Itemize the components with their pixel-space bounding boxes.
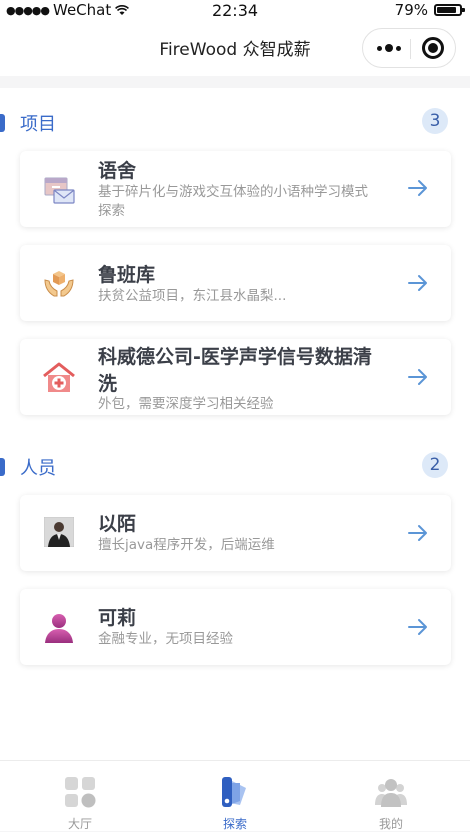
status-bar: ●●●●● WeChat 22:34 79% [0,0,470,22]
capsule-divider [410,39,411,59]
tab-label: 大厅 [67,817,92,831]
card-subtitle-line2: 探索 [98,203,125,219]
bottom-tab-bar: 大厅 探索 我的 [0,760,470,831]
project-card-lubanku[interactable]: 鲁班库 扶贫公益项目，东江县水晶梨... [20,245,451,321]
person-card-keli[interactable]: 可莉 金融专业，无项目经验 [20,589,451,665]
palette-icon [222,777,246,807]
section-header-projects: 项目 3 [0,108,470,138]
tab-label: 我的 [378,817,403,831]
card-title: 鲁班库 [98,264,156,286]
card-subtitle-line1: 基于碎片化与游戏交互体验的小语种学习模式 [98,184,368,200]
card-subtitle: 金融专业，无项目经验 [98,631,233,647]
arrow-right-icon [408,369,427,385]
person-card-yimo[interactable]: 以陌 擅长java程序开发，后端运维 [20,495,451,571]
arrow-right-icon [408,525,427,541]
tab-hall[interactable]: 大厅 [2,761,158,831]
tab-label: 探索 [222,817,247,831]
card-title-line2: 洗 [98,373,118,395]
mini-program-capsule [362,28,456,68]
section-accent-bar [0,114,5,132]
card-title: 语舍 [98,160,137,182]
explore-content: 项目 3 语舍 基于碎片化与游戏交互体验的小语种学习模式 探索 鲁班库 扶贫公益… [0,88,470,760]
more-menu-button[interactable] [377,44,401,52]
battery-percent: 79% [394,1,428,19]
hospital-icon [43,362,75,392]
avatar-photo [44,517,74,547]
count-badge: 2 [422,452,448,478]
count-badge: 3 [422,108,448,134]
card-subtitle: 擅长java程序开发，后端运维 [98,537,275,553]
hands-box-icon [44,271,74,297]
section-accent-bar [0,458,5,476]
close-program-button[interactable] [422,37,444,59]
arrow-right-icon [408,275,427,291]
card-title-line1: 科威德公司-医学声学信号数据清 [98,346,372,368]
tab-mine[interactable]: 我的 [313,761,469,831]
card-subtitle: 外包，需要深度学习相关经验 [98,396,274,412]
card-title: 可莉 [98,607,137,629]
battery-info: 79% [394,1,465,19]
project-card-keweide[interactable]: 科威德公司-医学声学信号数据清 洗 外包，需要深度学习相关经验 [20,339,451,415]
section-title: 项目 [20,114,56,135]
project-card-yushe[interactable]: 语舍 基于碎片化与游戏交互体验的小语种学习模式 探索 [20,151,451,227]
card-title: 以陌 [98,513,137,535]
nav-bar: FireWood 众智成薪 [0,22,470,76]
card-subtitle: 扶贫公益项目，东江县水晶梨... [98,288,287,304]
people-icon [375,779,407,807]
section-title: 人员 [20,458,56,479]
grid-icon [65,777,96,808]
arrow-right-icon [408,619,427,635]
section-header-people: 人员 2 [0,452,470,482]
mail-box-icon [44,177,75,204]
tab-explore[interactable]: 探索 [157,761,313,831]
person-icon [45,614,73,643]
arrow-right-icon [408,180,427,196]
battery-icon [434,4,465,16]
